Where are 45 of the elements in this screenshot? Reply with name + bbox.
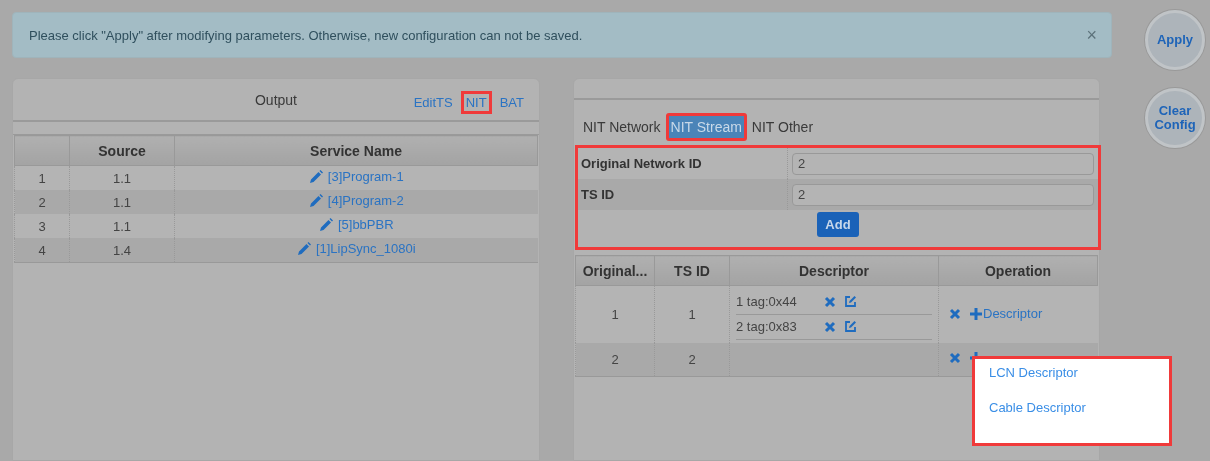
panel-title: Output: [255, 91, 297, 108]
delete-icon[interactable]: [824, 295, 836, 308]
column-header: Descriptor: [729, 255, 939, 286]
column-header: TS ID: [654, 255, 730, 286]
alert-message: Please click "Apply" after modifying parameters. Otherwise, new configuration can not be saved.: [29, 27, 583, 43]
close-button[interactable]: ×: [1086, 24, 1097, 46]
input-field[interactable]: 2: [792, 152, 1094, 175]
tab[interactable]: NIT Stream: [665, 113, 747, 141]
pencil-icon[interactable]: [296, 241, 311, 256]
service-link[interactable]: [4]Program-2: [327, 193, 404, 209]
edit-icon[interactable]: [844, 295, 857, 308]
pencil-icon[interactable]: [308, 169, 323, 184]
column-header: Service Name: [174, 135, 538, 166]
service-link[interactable]: [1]LipSync_1080i: [315, 241, 416, 257]
menu-item[interactable]: Cable Descriptor: [989, 400, 1169, 415]
column-header: Operation: [938, 255, 1098, 286]
service-link[interactable]: [5]bbPBR: [337, 217, 394, 233]
panel-link[interactable]: BAT: [494, 91, 529, 114]
action-button[interactable]: Apply: [1145, 10, 1205, 70]
service-link[interactable]: [3]Program-1: [327, 169, 404, 185]
action-button[interactable]: Clear Config: [1145, 88, 1205, 148]
row-number: 4: [14, 238, 70, 263]
menu-item[interactable]: LCN Descriptor: [989, 365, 1169, 380]
table-cell: 2: [654, 343, 730, 377]
add-button[interactable]: Add: [817, 212, 859, 237]
descriptor-label: 2 tag:0x83: [736, 319, 798, 334]
tab[interactable]: NIT Other: [746, 113, 819, 141]
delete-icon[interactable]: [949, 307, 961, 320]
edit-icon[interactable]: [844, 320, 857, 333]
column-header: Source: [69, 135, 175, 166]
table-cell: 1.4: [69, 238, 175, 263]
field-label: TS ID: [578, 179, 788, 210]
column-header: Original...: [575, 255, 655, 286]
plus-icon[interactable]: [970, 307, 982, 320]
input-field[interactable]: 2: [792, 183, 1094, 206]
descriptor-label: 1 tag:0x44: [736, 294, 798, 309]
panel-link[interactable]: EditTS: [408, 91, 458, 114]
table-cell: 2: [575, 343, 655, 377]
panel-link[interactable]: NIT: [460, 91, 492, 114]
delete-icon[interactable]: [949, 352, 961, 364]
descriptor-link[interactable]: Descriptor: [983, 306, 1043, 322]
tab[interactable]: NIT Network: [578, 113, 666, 141]
pencil-icon[interactable]: [318, 217, 333, 232]
pencil-icon[interactable]: [308, 193, 323, 208]
delete-icon[interactable]: [824, 320, 836, 333]
